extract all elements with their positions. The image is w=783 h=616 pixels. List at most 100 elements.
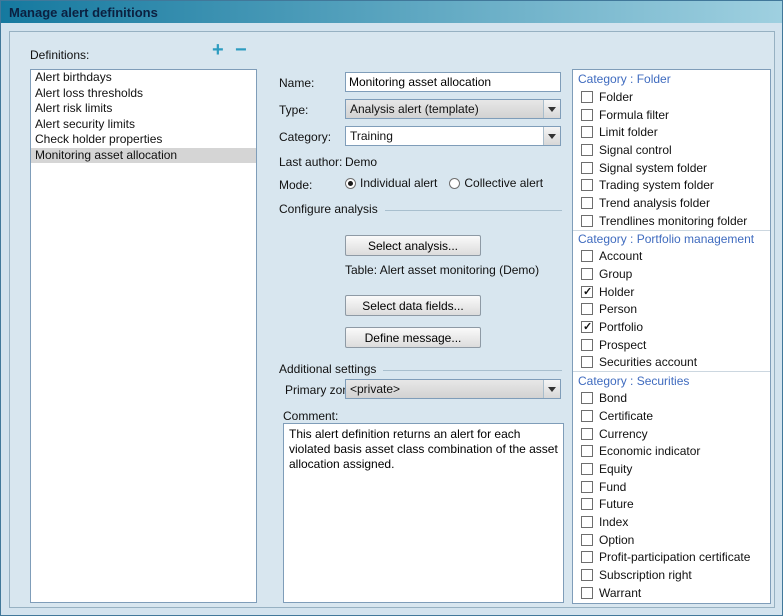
category-item-label: Economic indicator [599,444,700,458]
remove-definition-icon[interactable]: − [235,41,247,59]
checkbox-icon[interactable] [581,498,593,510]
chevron-down-icon[interactable] [543,380,560,398]
radio-icon[interactable] [345,178,356,189]
checkbox-icon[interactable] [581,91,593,103]
checkbox-icon[interactable] [581,428,593,440]
content-panel: Definitions: + − Alert birthdaysAlert lo… [9,31,775,608]
definition-item[interactable]: Alert risk limits [31,101,256,117]
category-item[interactable]: Subscription right [573,566,770,584]
define-message-button[interactable]: Define message... [345,327,481,348]
checkbox-icon[interactable] [581,197,593,209]
checkbox-icon[interactable] [581,481,593,493]
category-item[interactable]: Formula filter [573,106,770,124]
definition-item[interactable]: Check holder properties [31,132,256,148]
checkbox-icon[interactable] [581,410,593,422]
categories-panel[interactable]: Category : Folder Folder Formula filterLim… [572,69,771,604]
checkbox-icon[interactable] [581,587,593,599]
category-item[interactable]: Group [573,265,770,283]
checkbox-icon[interactable] [581,303,593,315]
definition-item[interactable]: Alert loss thresholds [31,86,256,102]
category-item[interactable]: Portfolio [573,318,770,336]
checkbox-icon[interactable] [581,534,593,546]
checkbox-icon[interactable] [581,516,593,528]
category-item[interactable]: Bond [573,389,770,407]
individual-alert-radio[interactable]: Individual alert [345,176,437,190]
chevron-down-glyph [548,387,556,392]
category-item[interactable]: Profit-participation certificate [573,549,770,567]
category-item-label: Subscription right [599,568,692,582]
category-header: Category : Securities [573,371,770,389]
checkbox-icon[interactable] [581,179,593,191]
category-item[interactable]: Equity [573,460,770,478]
checkbox-checked-icon[interactable] [581,286,593,298]
category-item[interactable]: Limit folder [573,123,770,141]
checkbox-icon[interactable] [581,162,593,174]
category-item-label: Option [599,533,634,547]
category-item[interactable]: Signal control [573,141,770,159]
category-item[interactable]: Signal system folder [573,159,770,177]
category-item[interactable]: Folder [573,88,770,106]
checkbox-icon[interactable] [581,392,593,404]
checkbox-icon[interactable] [581,339,593,351]
checkbox-icon[interactable] [581,144,593,156]
definitions-label: Definitions: [30,48,89,62]
chevron-down-glyph [548,134,556,139]
checkbox-icon[interactable] [581,268,593,280]
category-item[interactable]: Trendlines monitoring folder [573,212,770,230]
category-item[interactable]: Future [573,495,770,513]
category-item[interactable]: Person [573,301,770,319]
category-header: Category : Folder [573,70,770,88]
select-analysis-button[interactable]: Select analysis... [345,235,481,256]
definition-item[interactable]: Alert security limits [31,117,256,133]
category-select[interactable]: Training [345,126,561,146]
checkbox-icon[interactable] [581,250,593,262]
type-select[interactable]: Analysis alert (template) [345,99,561,119]
checkbox-checked-icon[interactable] [581,321,593,333]
checkbox-icon[interactable] [581,445,593,457]
category-item-label: Folder [599,90,633,104]
category-item[interactable]: Warrant [573,584,770,602]
checkbox-icon[interactable] [581,126,593,138]
checkbox-icon[interactable] [581,215,593,227]
category-item[interactable]: Trading system folder [573,176,770,194]
definitions-listbox[interactable]: Alert birthdaysAlert loss thresholdsAler… [30,69,257,603]
radio-icon[interactable] [449,178,460,189]
name-field[interactable] [345,72,561,92]
additional-settings-heading-text: Additional settings [279,362,376,376]
primary-zone-select[interactable]: <private> [345,379,561,399]
category-item[interactable]: Option [573,531,770,549]
category-item-label: Signal system folder [599,161,707,175]
definition-item[interactable]: Monitoring asset allocation [31,148,256,164]
category-item[interactable]: Securities account [573,354,770,372]
category-item[interactable]: Trend analysis folder [573,194,770,212]
collective-alert-radio[interactable]: Collective alert [449,176,543,190]
category-item[interactable]: Fund [573,478,770,496]
category-item[interactable]: Economic indicator [573,442,770,460]
definition-item[interactable]: Alert birthdays [31,70,256,86]
comment-textarea[interactable]: This alert definition returns an alert f… [283,423,564,603]
category-item[interactable]: Certificate [573,407,770,425]
category-item-label: Currency [599,427,648,441]
checkbox-icon[interactable] [581,356,593,368]
chevron-down-glyph [548,107,556,112]
category-item-label: Portfolio [599,320,643,334]
category-item-label: Certificate [599,409,653,423]
checkbox-icon[interactable] [581,109,593,121]
category-item-label: Account [599,249,642,263]
configure-analysis-heading: Configure analysis [279,202,562,216]
chevron-down-icon[interactable] [543,127,560,145]
category-item[interactable]: Holder [573,283,770,301]
chevron-down-icon[interactable] [543,100,560,118]
checkbox-icon[interactable] [581,551,593,563]
category-item-label: Trendlines monitoring folder [599,214,747,228]
category-item[interactable]: Index [573,513,770,531]
category-header: Category : Portfolio management [573,230,770,248]
checkbox-icon[interactable] [581,463,593,475]
radio-label: Individual alert [360,176,437,190]
category-item[interactable]: Account [573,248,770,266]
category-item[interactable]: Currency [573,425,770,443]
select-data-fields-button[interactable]: Select data fields... [345,295,481,316]
category-item[interactable]: Prospect [573,336,770,354]
checkbox-icon[interactable] [581,569,593,581]
add-definition-icon[interactable]: + [212,41,224,59]
